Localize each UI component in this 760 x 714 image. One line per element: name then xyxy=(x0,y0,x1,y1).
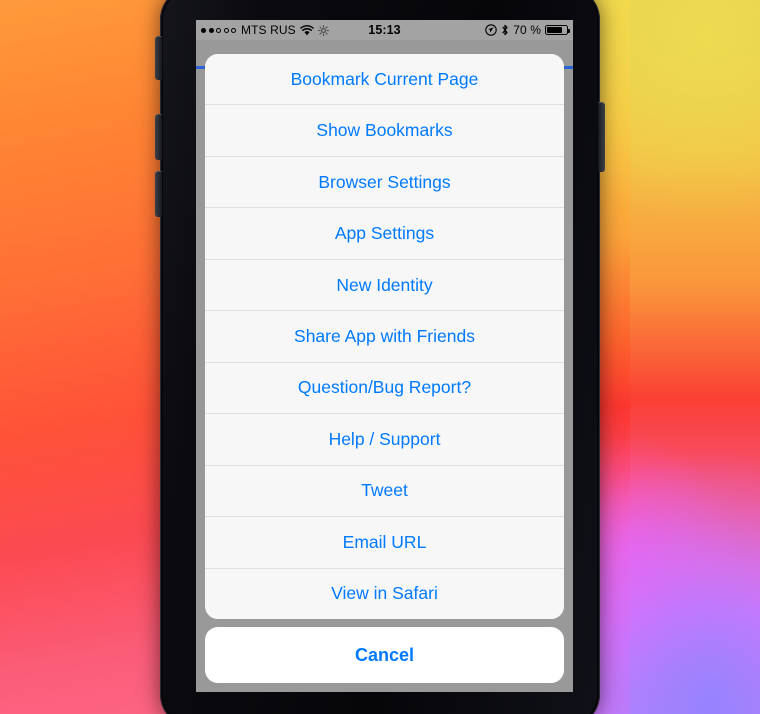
action-item-new-identity[interactable]: New Identity xyxy=(205,259,564,312)
action-item-browser-settings[interactable]: Browser Settings xyxy=(205,156,564,209)
sun-activity-icon xyxy=(317,24,329,36)
status-bar-clock: 15:13 xyxy=(368,23,401,37)
mute-switch-button[interactable] xyxy=(155,36,162,80)
action-item-help-support[interactable]: Help / Support xyxy=(205,414,564,466)
battery-fill xyxy=(547,27,562,33)
action-item-show-bookmarks[interactable]: Show Bookmarks xyxy=(205,105,564,157)
phone-screen: MTS RUS 15:13 70 % Bookmark Current Page… xyxy=(196,20,573,692)
bluetooth-icon xyxy=(501,24,509,36)
cancel-button[interactable]: Cancel xyxy=(205,627,564,683)
action-item-email-url[interactable]: Email URL xyxy=(205,517,564,569)
status-bar-right: 70 % xyxy=(401,23,571,37)
action-item-tweet[interactable]: Tweet xyxy=(205,465,564,518)
status-bar-left: MTS RUS xyxy=(201,23,368,37)
location-arrow-icon xyxy=(485,24,497,36)
volume-down-button[interactable] xyxy=(155,171,162,217)
signal-strength-dots xyxy=(201,27,236,33)
action-item-share-app-with-friends[interactable]: Share App with Friends xyxy=(205,311,564,363)
phone-device: MTS RUS 15:13 70 % Bookmark Current Page… xyxy=(155,0,605,714)
action-item-bookmark-current-page[interactable]: Bookmark Current Page xyxy=(205,54,564,106)
action-item-app-settings[interactable]: App Settings xyxy=(205,208,564,260)
screenshot-root: MTS RUS 15:13 70 % Bookmark Current Page… xyxy=(0,0,760,714)
action-sheet: Bookmark Current Page Show Bookmarks Bro… xyxy=(205,54,564,683)
status-bar: MTS RUS 15:13 70 % xyxy=(196,20,573,40)
action-sheet-options-group: Bookmark Current Page Show Bookmarks Bro… xyxy=(205,54,564,619)
battery-percent-label: 70 % xyxy=(513,23,542,37)
action-item-view-in-safari[interactable]: View in Safari xyxy=(205,568,564,619)
power-button[interactable] xyxy=(598,102,605,172)
carrier-label: MTS RUS xyxy=(241,23,296,37)
action-item-question-bug-report[interactable]: Question/Bug Report? xyxy=(205,362,564,415)
wifi-icon xyxy=(299,24,314,36)
battery-icon xyxy=(545,25,571,35)
volume-up-button[interactable] xyxy=(155,114,162,160)
